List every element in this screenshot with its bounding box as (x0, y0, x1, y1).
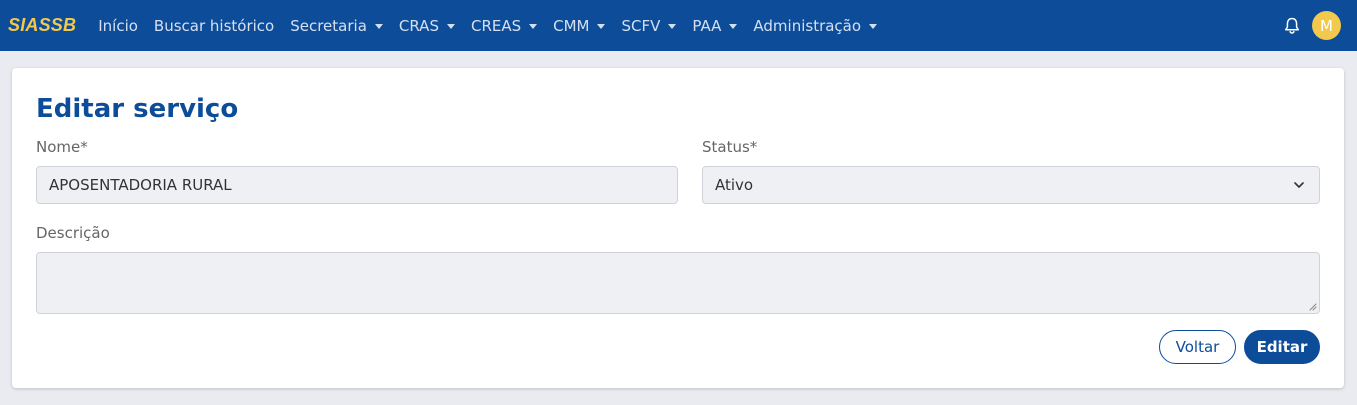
nav-item-label: Início (98, 16, 138, 35)
nav-item-label: CMM (553, 16, 590, 35)
nav-item-label: Secretaria (290, 16, 367, 35)
bell-icon[interactable] (1282, 15, 1302, 37)
nav-item-inicio[interactable]: Início (98, 17, 138, 35)
edit-service-card: Editar serviço Nome* APOSENTADORIA RURAL… (12, 68, 1344, 388)
nav-item-label: CRAS (398, 16, 439, 35)
top-navbar: SIASSB Início Buscar histórico Secretari… (0, 0, 1357, 51)
status-label: Status* (702, 138, 758, 156)
chevron-down-icon (1294, 182, 1304, 188)
nav-item-label: CREAS (470, 16, 522, 35)
nav-item-creas[interactable]: CREAS (470, 16, 538, 35)
nav-item-label: Administração (753, 16, 862, 35)
caret-down-icon (374, 23, 383, 29)
navbar-right: M (1282, 0, 1341, 51)
nav-item-secretaria[interactable]: Secretaria (290, 17, 383, 35)
nav-item-cmm[interactable]: CMM (553, 16, 606, 35)
edit-button[interactable]: Editar (1244, 330, 1320, 364)
caret-down-icon (446, 23, 455, 29)
resize-handle-icon[interactable] (1308, 302, 1317, 311)
avatar[interactable]: M (1312, 11, 1341, 40)
back-button[interactable]: Voltar (1159, 330, 1236, 364)
caret-down-icon (729, 23, 738, 29)
nav-item-paa[interactable]: PAA (692, 16, 738, 35)
nav-item-cras[interactable]: CRAS (399, 17, 455, 35)
nav-item-label: SCFV (621, 16, 661, 35)
page-title: Editar serviço (36, 94, 239, 124)
caret-down-icon (597, 23, 606, 29)
descricao-label: Descrição (36, 224, 110, 242)
caret-down-icon (529, 23, 538, 29)
nav-item-buscar-historico[interactable]: Buscar histórico (154, 17, 274, 35)
nome-input[interactable]: APOSENTADORIA RURAL (36, 166, 678, 204)
status-select-value: Ativo (715, 176, 754, 194)
nav-item-label: PAA (692, 16, 722, 35)
nav-item-label: Buscar histórico (153, 16, 275, 35)
brand-logo[interactable]: SIASSB (8, 15, 76, 36)
caret-down-icon (869, 23, 878, 29)
nav-item-administracao[interactable]: Administração (753, 16, 878, 35)
nome-label: Nome* (36, 138, 88, 156)
nome-input-value: APOSENTADORIA RURAL (49, 176, 232, 194)
status-select[interactable]: Ativo (702, 166, 1320, 204)
descricao-textarea[interactable] (36, 252, 1320, 314)
nav-item-scfv[interactable]: SCFV (621, 16, 677, 35)
caret-down-icon (668, 23, 677, 29)
